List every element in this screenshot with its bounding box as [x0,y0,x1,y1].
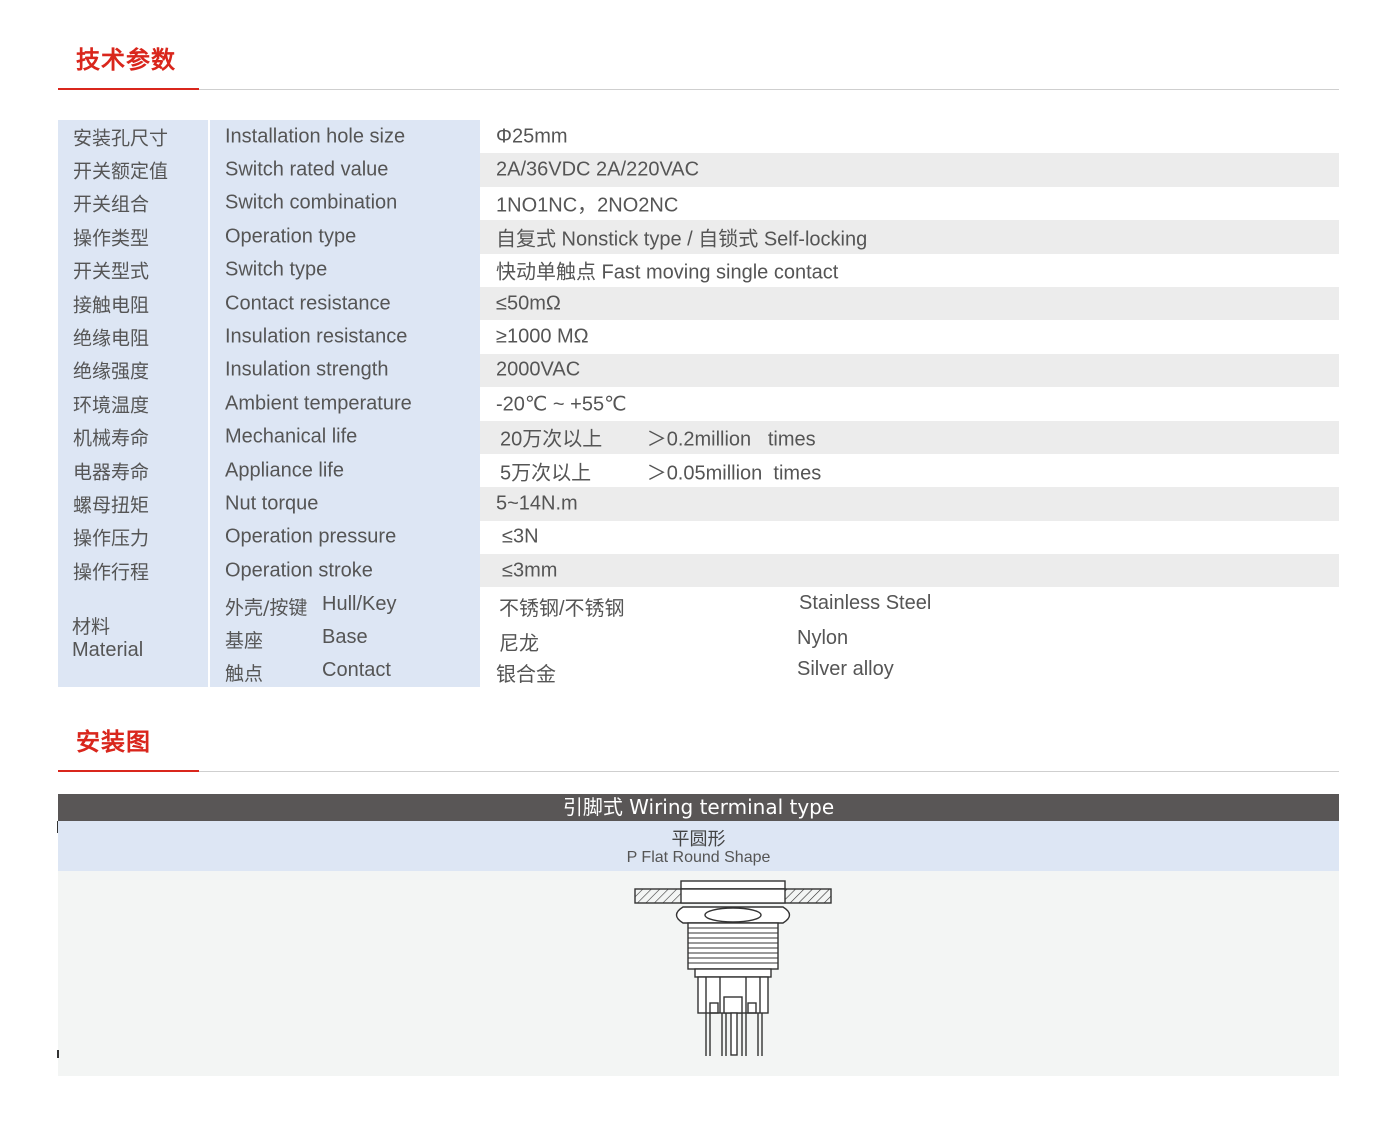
title-divider [58,89,1339,90]
title-divider [58,771,1339,772]
spec-label-en: Operation pressure [225,525,397,548]
spec-label-en: Operation stroke [225,559,373,582]
material-row: 材料 Material 外壳/按键 Hull/Key 基座 Base 触点 Co… [58,587,1339,688]
material-value-cn: 不锈钢/不锈钢 [499,598,625,621]
spec-label-en: Switch rated value [225,158,389,181]
spec-label-en: Operation type [225,225,357,248]
title-accent-bar [58,770,199,772]
spec-row: 操作行程 Operation stroke ≤3mm [58,554,1339,588]
material-value-en: Nylon [797,627,849,650]
spec-row: 开关额定值 Switch rated value 2A/36VDC 2A/220… [58,153,1339,187]
material-value-cn: 尼龙 [499,633,539,656]
spec-label-cn: 开关额定值 [73,160,169,183]
shape-name-cn: 平圆形 [671,829,726,850]
spec-row: 开关型式 Switch type 快动单触点 Fast moving singl… [58,253,1339,287]
material-value-en: Silver alloy [797,658,894,681]
spec-label-en: Insulation strength [225,358,389,381]
spec-row: 接触电阻 Contact resistance ≤50mΩ [58,286,1339,321]
spec-value: 自复式 Nonstick type / 自锁式 Self-locking [496,228,868,251]
spec-row: 螺母扭矩 Nut torque 5~14N.m [58,487,1339,521]
material-part-en: Contact [322,659,391,682]
spec-label-cn: 电器寿命 [73,461,150,484]
spec-label-en: Switch combination [225,191,398,214]
spec-row: 机械寿命 Mechanical life 20万次以上 ＞0.2million … [58,420,1339,454]
spec-value: 20万次以上 ＞0.2million times [500,428,816,451]
spec-label-cn: 安装孔尺寸 [73,127,169,150]
spec-label-cn: 环境温度 [73,394,150,417]
material-label-cn: 材料 [72,616,111,639]
spec-row: 操作压力 Operation pressure ≤3N [58,520,1339,555]
spec-table: 安装孔尺寸 Installation hole size Φ25mm 开关额定值… [58,120,1339,688]
spec-value: 2A/36VDC 2A/220VAC [496,158,700,181]
spec-label-en: Insulation resistance [225,325,408,348]
spec-label-cn: 螺母扭矩 [73,494,150,517]
spec-label-cn: 绝缘强度 [73,360,150,383]
spec-label-cn: 开关组合 [73,193,150,216]
spec-value: ≤3mm [502,559,558,582]
spec-label-en: Mechanical life [225,425,358,448]
spec-value: 快动单触点 Fast moving single contact [496,261,839,284]
material-label-en: Material [72,639,144,662]
spec-label-en: Switch type [225,258,328,281]
material-value-en: Stainless Steel [799,592,932,615]
spec-value: ≤3N [502,525,539,548]
switch-installation-drawing [634,880,832,1056]
material-part-cn: 基座 [225,630,264,653]
spec-row: 绝缘电阻 Insulation resistance ≥1000 MΩ [58,320,1339,354]
spec-value: 1NO1NC，2NO2NC [496,194,679,217]
spec-label-cn: 绝缘电阻 [73,327,150,350]
spec-label-cn: 操作压力 [73,527,150,550]
spec-label-en: Installation hole size [225,125,406,148]
shape-label-band: 平圆形 P Flat Round Shape [58,821,1339,871]
material-value-cn: 银合金 [496,664,556,687]
spec-row: 操作类型 Operation type 自复式 Nonstick type / … [58,220,1339,254]
spec-label-en: Appliance life [225,459,344,482]
material-part-en: Hull/Key [322,593,397,616]
spec-value: 2000VAC [496,358,581,381]
material-part-en: Base [322,626,368,649]
spec-row: 安装孔尺寸 Installation hole size Φ25mm [58,120,1339,154]
material-part-cn: 触点 [225,663,264,686]
spec-label-en: Ambient temperature [225,392,412,415]
spec-label-cn: 机械寿命 [73,427,150,450]
title-accent-bar [58,88,199,90]
spec-row: 环境温度 Ambient temperature -20℃ ~ +55℃ [58,387,1339,421]
spec-value: 5万次以上 ＞0.05million times [500,462,822,485]
installation-drawing-area [58,871,1339,1076]
spec-row: 绝缘强度 Insulation strength 2000VAC [58,353,1339,388]
section-title-install: 安装图 [76,728,151,756]
spec-label-cn: 操作行程 [73,561,150,584]
spec-label-cn: 开关型式 [73,260,150,283]
spec-value: ≥1000 MΩ [496,325,589,348]
spec-row: 电器寿命 Appliance life 5万次以上 ＞0.05million t… [58,453,1339,488]
spec-label-cn: 操作类型 [73,227,150,250]
spec-label-cn: 接触电阻 [73,294,150,317]
edge-tick [57,1050,59,1058]
panel-mount-icon [634,880,832,1056]
material-part-cn: 外壳/按键 [225,597,308,620]
spec-row: 开关组合 Switch combination 1NO1NC，2NO2NC [58,186,1339,221]
spec-value: ≤50mΩ [496,292,561,315]
spec-value: -20℃ ~ +55℃ [496,393,627,416]
section-title-params: 技术参数 [76,46,176,74]
terminal-type-banner: 引脚式 Wiring terminal type [58,794,1339,821]
spec-label-en: Contact resistance [225,292,391,315]
spec-value: Φ25mm [496,125,568,148]
spec-value: 5~14N.m [496,492,578,515]
spec-label-en: Nut torque [225,492,319,515]
shape-name-en: P Flat Round Shape [626,849,771,866]
